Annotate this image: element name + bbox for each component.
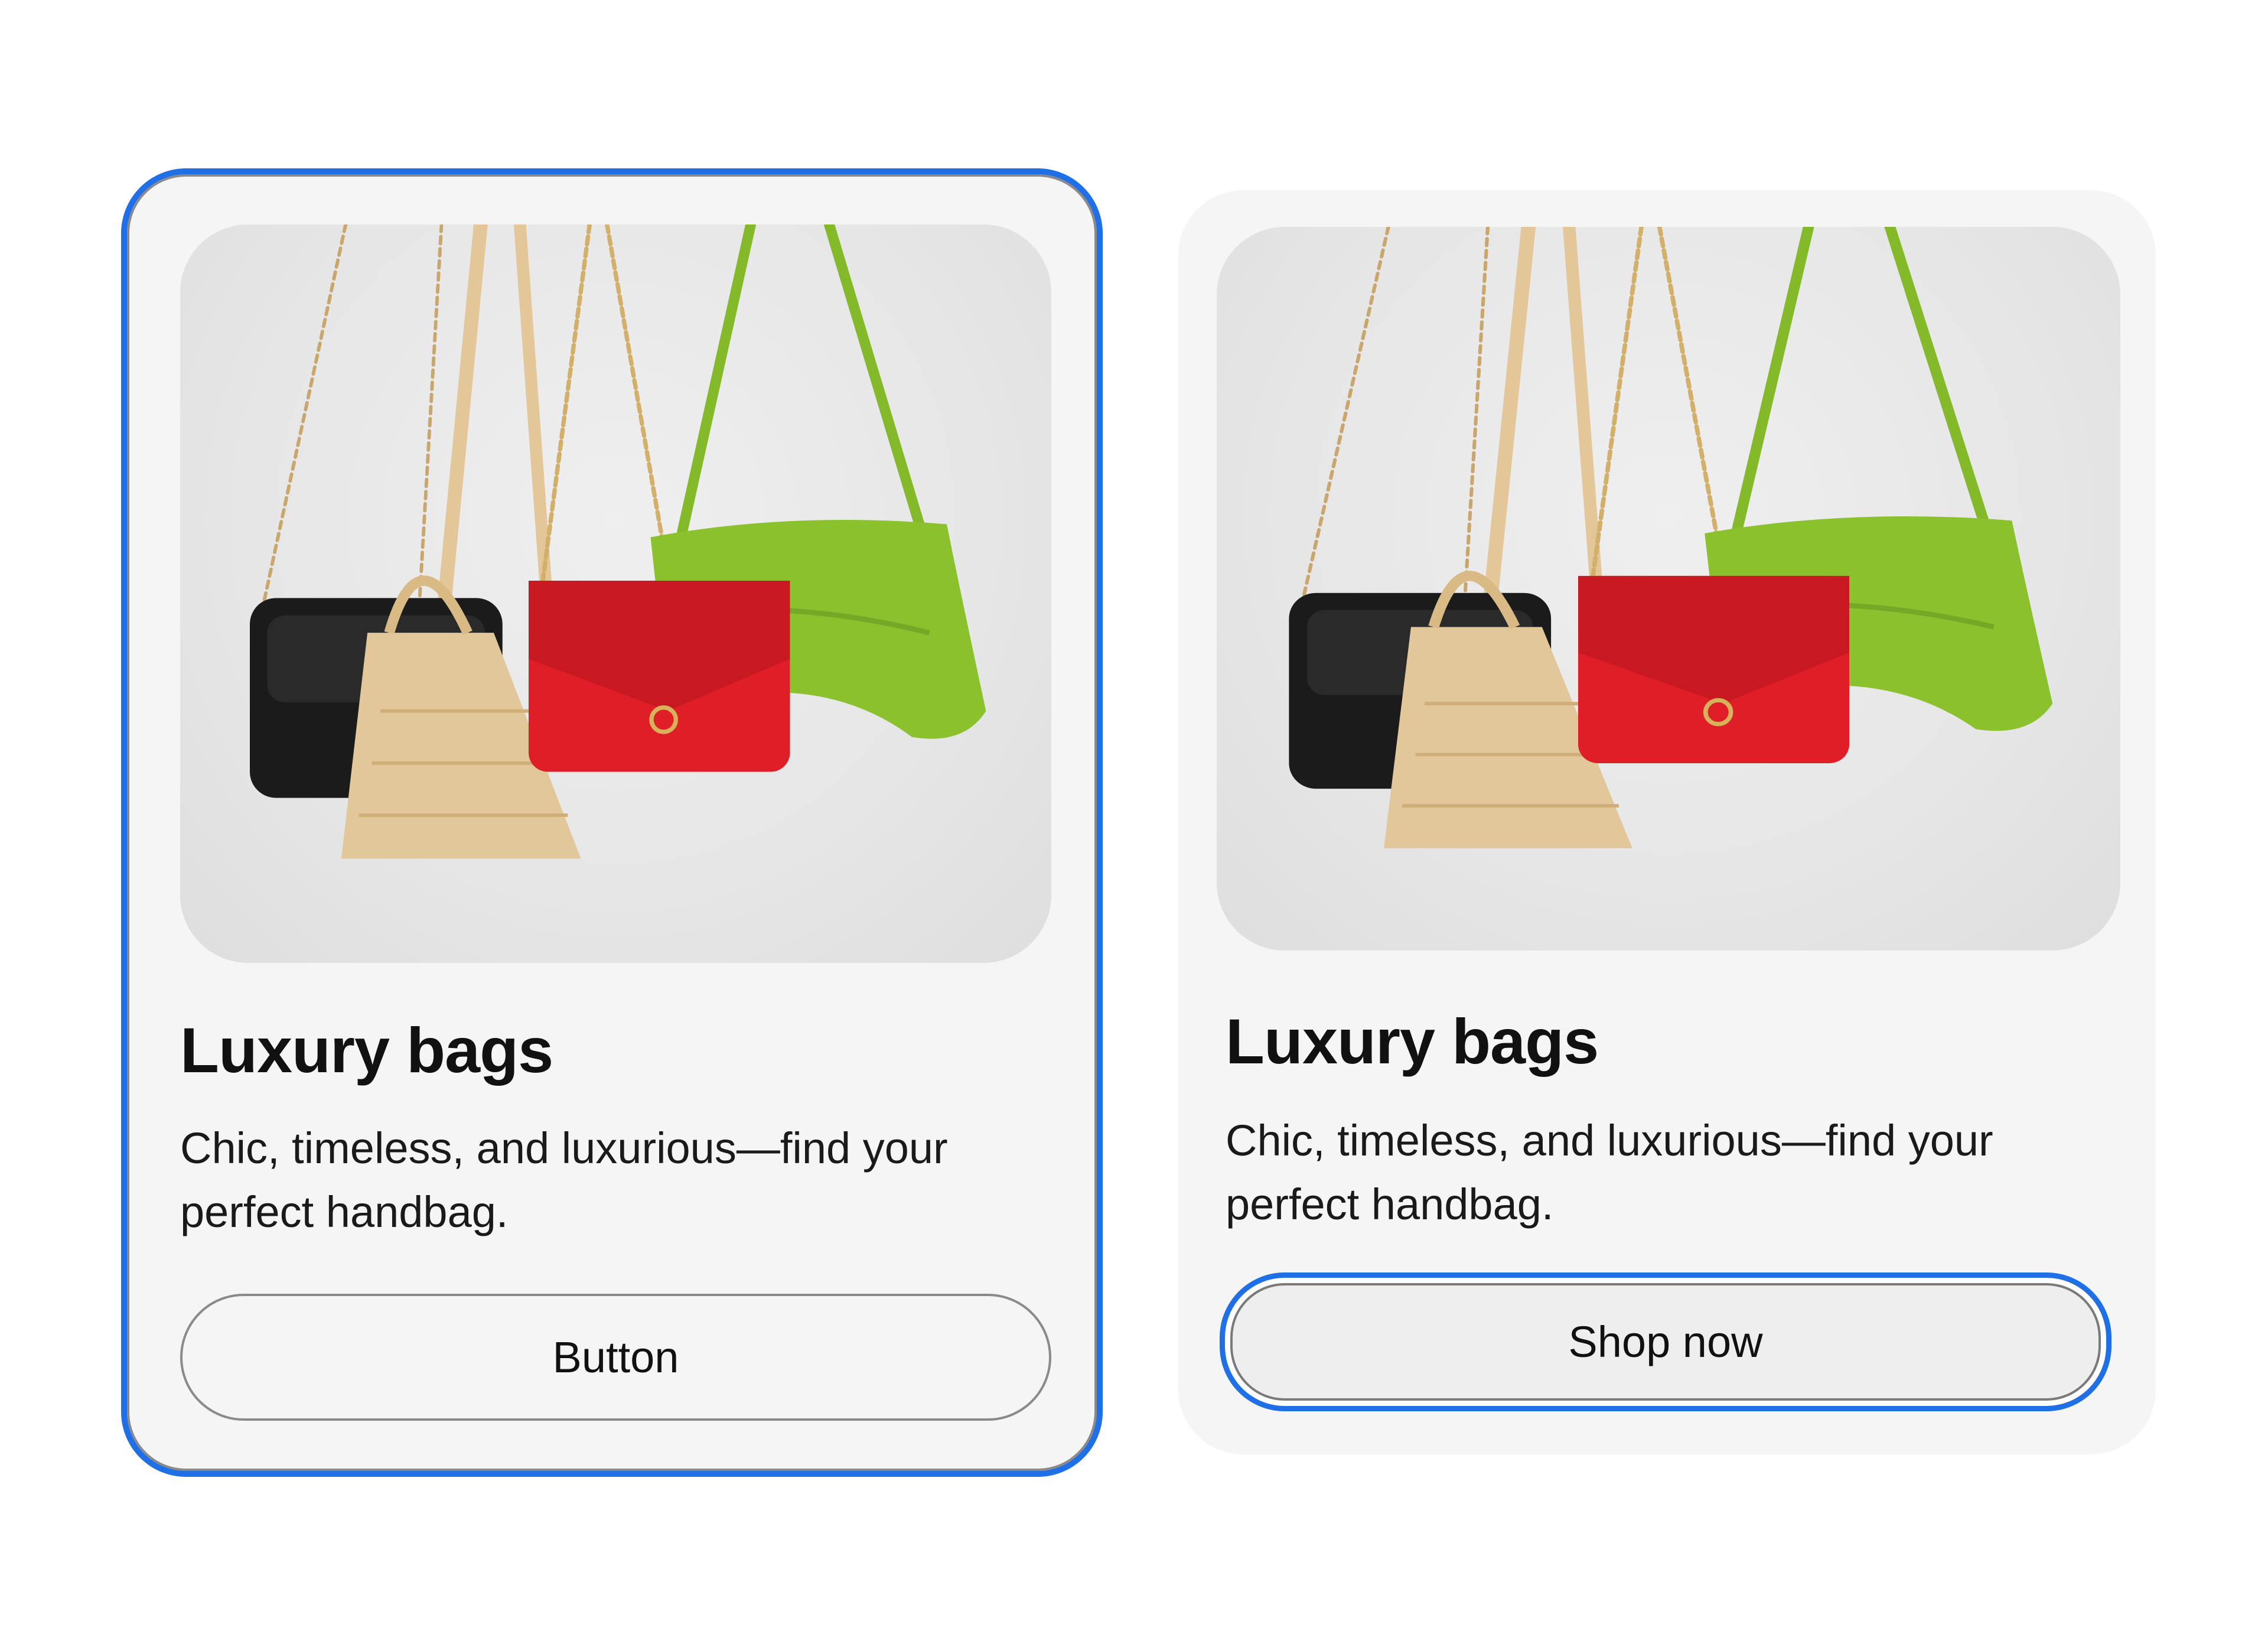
card-button[interactable]: Button <box>180 1294 1051 1421</box>
card-title: Luxury bags <box>1226 1005 1599 1077</box>
card-title: Luxury bags <box>180 1014 553 1086</box>
product-image <box>1217 227 2120 951</box>
stage: Luxury bags Chic, timeless, and luxuriou… <box>0 0 2268 1634</box>
handbags-illustration <box>250 224 986 859</box>
handbags-illustration <box>1289 227 2053 849</box>
product-card: Luxury bags Chic, timeless, and luxuriou… <box>1178 190 2156 1454</box>
product-card-focused[interactable]: Luxury bags Chic, timeless, and luxuriou… <box>121 168 1103 1477</box>
card-description: Chic, timeless, and luxurious—find your … <box>180 1124 948 1236</box>
product-image <box>180 224 1051 963</box>
card-description: Chic, timeless, and luxurious—find your … <box>1226 1116 1993 1229</box>
shop-now-button[interactable]: Shop now <box>1220 1272 2111 1411</box>
